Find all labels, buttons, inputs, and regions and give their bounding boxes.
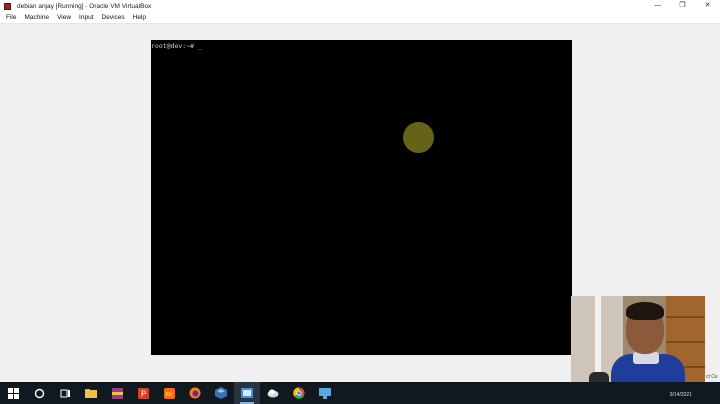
virtualbox-button[interactable]: [208, 382, 234, 404]
task-view-button[interactable]: [52, 382, 78, 404]
restore-button[interactable]: ❐: [670, 0, 695, 12]
virtualbox-running-button[interactable]: [234, 382, 260, 404]
windows-logo-icon: [7, 387, 19, 399]
svg-text:mi: mi: [165, 392, 171, 398]
vm-console-screen[interactable]: root@dev:~# _: [151, 40, 572, 355]
search-circle-icon: [34, 388, 44, 398]
powerpoint-button[interactable]: P: [130, 382, 156, 404]
menu-file[interactable]: File: [0, 14, 20, 21]
minimize-button[interactable]: —: [645, 0, 670, 12]
virtualbox-vm-icon: [241, 388, 253, 398]
remote-desktop-button[interactable]: [312, 382, 338, 404]
firefox-button[interactable]: [182, 382, 208, 404]
webcam-person-hair: [626, 302, 664, 320]
file-explorer-button[interactable]: [78, 382, 104, 404]
menu-input[interactable]: Input: [75, 14, 97, 21]
virtualbox-app-icon: [4, 2, 11, 10]
cloud-icon: [267, 389, 279, 398]
virtualbox-icon: [215, 387, 227, 399]
mouse-highlight-icon: [403, 122, 434, 153]
menu-devices[interactable]: Devices: [98, 14, 129, 21]
task-view-icon: [60, 389, 70, 397]
title-bar: debian anjay [Running] - Oracle VM Virtu…: [0, 0, 720, 12]
close-button[interactable]: ✕: [695, 0, 720, 12]
menu-help[interactable]: Help: [129, 14, 150, 21]
chrome-icon: [293, 387, 305, 399]
firefox-icon: [189, 387, 201, 399]
partial-side-text: ct Ce: [706, 374, 718, 380]
console-prompt: root@dev:~# _: [151, 42, 202, 50]
menu-view[interactable]: View: [53, 14, 75, 21]
svg-text:P: P: [141, 389, 146, 398]
menu-machine[interactable]: Machine: [20, 14, 53, 21]
taskbar-clock[interactable]: 9/14/2021: [670, 392, 692, 398]
winrar-button[interactable]: [104, 382, 130, 404]
chrome-button[interactable]: [286, 382, 312, 404]
menu-bar: File Machine View Input Devices Help: [0, 12, 720, 24]
window-title: debian anjay [Running] - Oracle VM Virtu…: [17, 2, 152, 10]
mi-icon: mi: [163, 387, 175, 399]
winrar-icon: [111, 387, 123, 399]
search-button[interactable]: [26, 382, 52, 404]
remote-desktop-icon: [319, 387, 331, 399]
door-panel-line: [666, 341, 705, 343]
cloud-app-button[interactable]: [260, 382, 286, 404]
start-button[interactable]: [0, 382, 26, 404]
powerpoint-icon: P: [137, 387, 149, 399]
window-controls: — ❐ ✕: [645, 0, 720, 12]
folder-icon: [85, 389, 97, 398]
taskbar: P mi 9/14/2021: [0, 382, 720, 404]
door-panel-line: [666, 316, 705, 318]
mi-button[interactable]: mi: [156, 382, 182, 404]
